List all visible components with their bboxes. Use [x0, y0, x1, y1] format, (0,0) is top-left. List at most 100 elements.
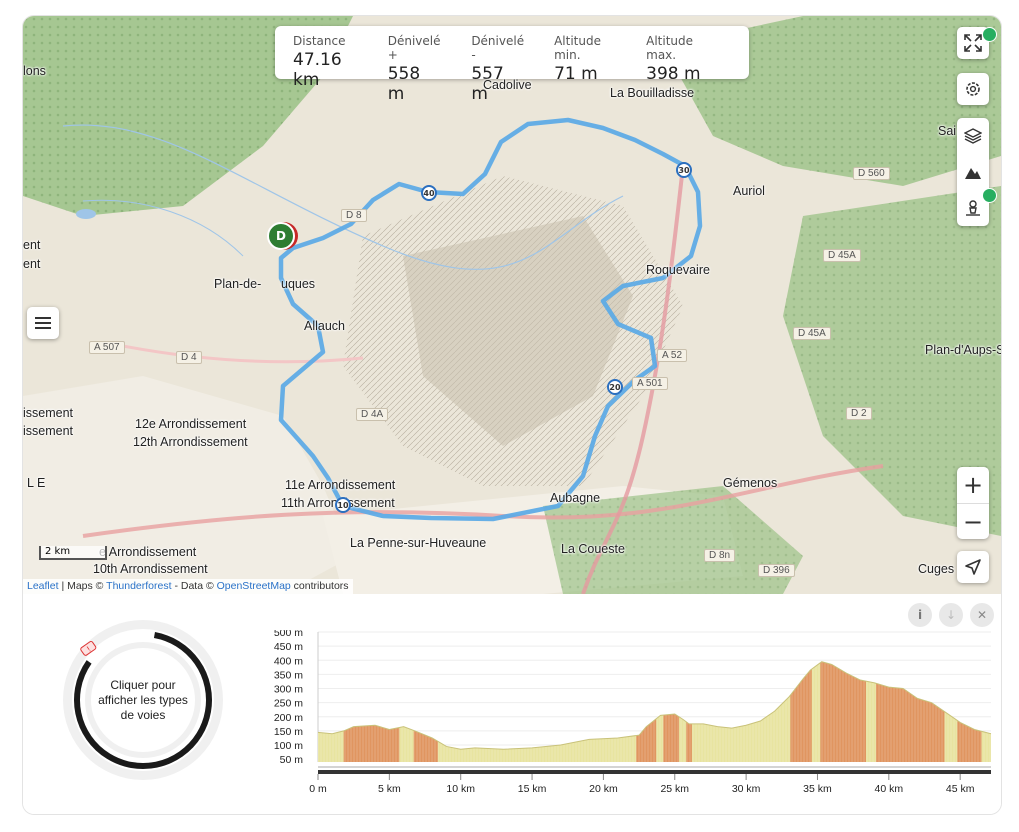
x-tick-label: 45 km: [946, 783, 975, 795]
start-marker[interactable]: D: [267, 222, 295, 250]
steep-segment: [343, 661, 400, 762]
profile-info-button[interactable]: i: [908, 603, 932, 627]
stat-label: Dénivelé -: [471, 34, 525, 62]
surface-prompt-text: Cliquer pour afficher les types de voies: [98, 677, 188, 722]
x-tick-label: 0 m: [309, 783, 327, 795]
person-pin-icon: [966, 200, 980, 216]
scale-label: 2 km: [45, 546, 71, 557]
place-label: ent: [23, 257, 41, 271]
place-label: lons: [23, 64, 46, 78]
place-label: issement: [23, 406, 74, 420]
km-marker[interactable]: 40: [421, 185, 437, 201]
place-label: e Arrondissement: [99, 545, 197, 559]
navigation-arrow-icon: [965, 559, 981, 575]
locate-button[interactable]: [957, 551, 989, 583]
x-tick-label: 25 km: [660, 783, 689, 795]
stat-value: 47.16 km: [293, 50, 342, 90]
road-label: D 560: [853, 167, 890, 180]
map-attribution: Leaflet | Maps © Thunderforest - Data © …: [23, 579, 353, 594]
place-label: Sai: [938, 124, 957, 138]
terrain-button[interactable]: [957, 154, 989, 190]
place-label: 11e Arrondissement: [285, 478, 396, 492]
place-label: 12th Arrondissement: [133, 435, 248, 449]
stat-altitude-max: Altitude max. 398 m: [646, 26, 711, 84]
place-label: La Bouilladisse: [610, 86, 695, 100]
place-label: 10th Arrondissement: [93, 562, 208, 576]
profile-download-button[interactable]: ↓: [939, 603, 963, 627]
stat-elevation-loss: Dénivelé -557 m: [471, 26, 525, 104]
surface-type-donut[interactable]: ! Cliquer pour afficher les types de voi…: [57, 614, 229, 786]
stat-altitude-min: Altitude min. 71 m: [554, 26, 616, 84]
stat-label: Distance: [293, 34, 346, 48]
km-marker[interactable]: 10: [335, 497, 351, 513]
place-label: La Coueste: [561, 542, 625, 556]
mountain-icon: [965, 168, 981, 179]
place-label: Plan-de-: [214, 277, 262, 291]
stat-value: 398 m: [646, 64, 701, 84]
zoom-control: + −: [957, 467, 989, 539]
y-tick-label: 450 m: [274, 641, 303, 653]
stat-elevation-gain: Dénivelé +558 m: [387, 26, 442, 104]
steep-segment: [413, 661, 438, 762]
place-label: Allauch: [304, 319, 345, 333]
y-tick-label: 400 m: [274, 655, 303, 667]
steep-segment: [875, 661, 945, 762]
stat-distance: Distance 47.16 km: [293, 26, 358, 90]
place-label: issement: [23, 424, 74, 438]
map[interactable]: Distance 47.16 km Dénivelé +558 m Dénivel…: [23, 16, 1001, 594]
road-label: D 45A: [823, 249, 861, 262]
leaflet-link[interactable]: Leaflet: [27, 580, 59, 592]
download-icon: ↓: [945, 608, 957, 622]
stat-value: 558 m: [387, 64, 421, 104]
osm-link[interactable]: OpenStreetMap: [217, 580, 291, 592]
road-label: A 501: [632, 377, 668, 390]
place-label: Cadolive: [483, 78, 532, 92]
elevation-chart-svg: 500 m 450 m 400 m 350 m 300 m 250 m 200 m 150 m…: [274, 627, 992, 795]
place-label: Auriol: [733, 184, 765, 198]
menu-button[interactable]: [27, 307, 59, 339]
zoom-in-button[interactable]: +: [957, 467, 989, 503]
place-label: Cuges: [918, 562, 955, 576]
y-tick-label: 150 m: [274, 726, 303, 738]
road-label: A 52: [657, 349, 688, 362]
status-badge: [982, 27, 997, 42]
road-label: A 507: [89, 341, 125, 354]
y-tick-label: 500 m: [274, 630, 303, 639]
y-tick-label: 250 m: [274, 698, 303, 710]
road-label: D 8n: [704, 549, 736, 562]
steep-segment: [663, 661, 680, 762]
x-tick-label: 40 km: [875, 783, 904, 795]
km-marker[interactable]: 20: [607, 379, 623, 395]
x-tick-label: 30 km: [732, 783, 761, 795]
stat-label: Dénivelé +: [387, 34, 441, 62]
steep-segment: [636, 661, 657, 762]
info-icon: i: [917, 608, 923, 622]
x-tick-label: 20 km: [589, 783, 618, 795]
y-tick-label: 350 m: [274, 669, 303, 681]
attribution-text: - Data ©: [171, 580, 217, 592]
road-label: D 396: [758, 564, 795, 577]
y-tick-label: 50 m: [280, 754, 304, 766]
stat-label: Altitude max.: [646, 34, 694, 62]
thunderforest-link[interactable]: Thunderforest: [106, 580, 171, 592]
road-label: D 4: [176, 351, 202, 364]
x-tick-label: 5 km: [378, 783, 401, 795]
place-label: uques: [281, 277, 316, 291]
place-label: La Penne-sur-Huveaune: [350, 536, 487, 550]
surface-prompt: Cliquer pour afficher les types de voies: [57, 614, 229, 786]
surface-strip: [318, 770, 991, 774]
zoom-out-button[interactable]: −: [957, 503, 989, 540]
settings-button[interactable]: [957, 73, 989, 105]
y-tick-label: 200 m: [274, 712, 303, 724]
close-icon: ✕: [976, 608, 988, 622]
place-label: Gémenos: [723, 476, 778, 490]
road-label: D 2: [846, 407, 872, 420]
profile-close-button[interactable]: ✕: [970, 603, 994, 627]
elevation-chart[interactable]: 500 m 450 m 400 m 350 m 300 m 250 m 200 m 150 m…: [273, 627, 993, 814]
layers-button[interactable]: [957, 118, 989, 154]
km-marker[interactable]: 30: [676, 162, 692, 178]
attribution-text: | Maps ©: [58, 580, 107, 592]
status-badge: [982, 188, 997, 203]
road-label: D 4A: [356, 408, 389, 421]
layer-toolbar: [957, 118, 989, 226]
